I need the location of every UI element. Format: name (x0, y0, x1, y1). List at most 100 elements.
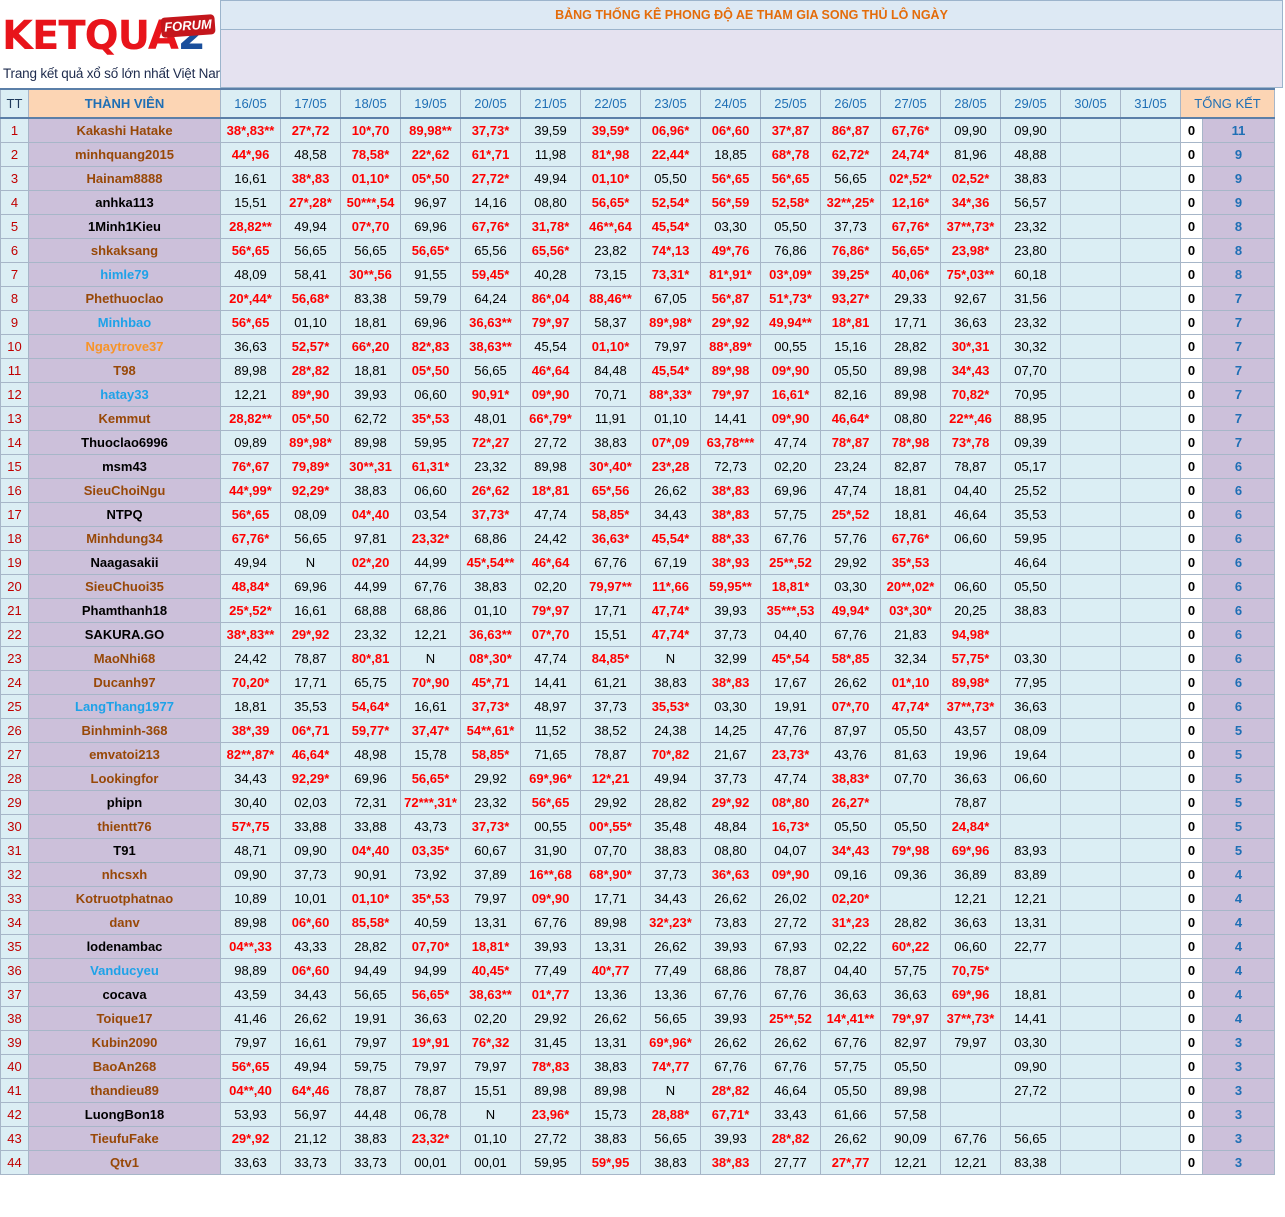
member-name[interactable]: TieufuFake (28, 1125, 221, 1151)
member-name[interactable]: BaoAn268 (28, 1053, 221, 1079)
day-cell: 02,20 (760, 453, 821, 479)
member-name[interactable]: Binhminh-368 (28, 717, 221, 743)
day-cell: 56*,65 (220, 237, 281, 263)
day-cell: 82,97 (880, 1029, 941, 1055)
day-cell: 36,63 (400, 1005, 461, 1031)
member-name[interactable]: T91 (28, 837, 221, 863)
member-name[interactable]: Ducanh97 (28, 669, 221, 695)
day-cell: 19,64 (1000, 741, 1061, 767)
member-name[interactable]: Phamthanh18 (28, 597, 221, 623)
member-name[interactable]: SAKURA.GO (28, 621, 221, 647)
member-name[interactable]: anhka113 (28, 189, 221, 215)
day-cell: 48,84 (700, 813, 761, 839)
member-name[interactable]: Lookingfor (28, 765, 221, 791)
day-cell (1120, 717, 1181, 743)
member-name[interactable]: SieuChoiNgu (28, 477, 221, 503)
member-name[interactable]: Naagasakii (28, 549, 221, 575)
day-cell: 39,59* (580, 117, 641, 143)
member-name[interactable]: himle79 (28, 261, 221, 287)
member-name[interactable]: Thuoclao6996 (28, 429, 221, 455)
day-cell: 67,76 (820, 621, 881, 647)
day-cell: 24,84* (940, 813, 1001, 839)
site-logo[interactable]: KETQUA2 FORUM Trang kết quả xổ số lớn nh… (0, 0, 220, 88)
member-name[interactable]: phipn (28, 789, 221, 815)
day-cell: 34*,36 (940, 189, 1001, 215)
day-cell: 65,75 (340, 669, 401, 695)
day-cell: 56*,65 (520, 789, 581, 815)
header-date: 17/05 (280, 88, 341, 119)
member-name[interactable]: cocava (28, 981, 221, 1007)
day-cell: 05,50 (820, 1077, 881, 1103)
day-cell: 38,63** (460, 981, 521, 1007)
day-cell (1060, 885, 1121, 911)
day-cell: 78,87 (940, 453, 1001, 479)
day-cell: 50***,54 (340, 189, 401, 215)
member-name[interactable]: Hainam8888 (28, 165, 221, 191)
table-row: 34 danv 89,98 06*,60 85,58* 40,59 13,31 67,76 89… (0, 909, 1276, 935)
day-cell (1060, 957, 1121, 983)
member-name[interactable]: MaoNhi68 (28, 645, 221, 671)
member-name[interactable]: T98 (28, 357, 221, 383)
member-name[interactable]: Qtv1 (28, 1149, 221, 1175)
table-row: 9 Minhbao 56*,65 01,10 18,81 69,96 36,63** 79*,… (0, 309, 1276, 335)
day-cell: 36,63 (820, 981, 881, 1007)
table-row: 28 Lookingfor 34,43 92,29* 69,96 56,65* 29,92 6… (0, 765, 1276, 791)
member-name[interactable]: Toique17 (28, 1005, 221, 1031)
member-name[interactable]: nhcsxh (28, 861, 221, 887)
member-name[interactable]: SieuChuoi35 (28, 573, 221, 599)
day-cell: 61,66 (820, 1101, 881, 1127)
day-cell: 13,31 (1000, 909, 1061, 935)
member-name[interactable]: Kubin2090 (28, 1029, 221, 1055)
member-name[interactable]: Kakashi Hatake (28, 117, 221, 143)
member-name[interactable]: Minhbao (28, 309, 221, 335)
member-name[interactable]: LuongBon18 (28, 1101, 221, 1127)
member-name[interactable]: thandieu89 (28, 1077, 221, 1103)
header-date: 19/05 (400, 88, 461, 119)
member-name[interactable]: Vanducyeu (28, 957, 221, 983)
day-cell: 06,96* (640, 117, 701, 143)
zero-count: 0 (1180, 501, 1203, 527)
member-name[interactable]: hatay33 (28, 381, 221, 407)
member-name[interactable]: Kemmut (28, 405, 221, 431)
day-cell: 69*,96 (940, 837, 1001, 863)
day-cell: 31,90 (520, 837, 581, 863)
row-number: 37 (0, 981, 29, 1007)
member-name[interactable]: LangThang1977 (28, 693, 221, 719)
day-cell: 22*,62 (400, 141, 461, 167)
day-cell: 08*,80 (760, 789, 821, 815)
member-name[interactable]: emvatoi213 (28, 741, 221, 767)
member-name[interactable]: thientt76 (28, 813, 221, 839)
row-number: 16 (0, 477, 29, 503)
day-cell: 07*,70 (820, 693, 881, 719)
day-cell: 07,70 (1000, 357, 1061, 383)
day-cell (1120, 741, 1181, 767)
member-name[interactable]: Phethuoclao (28, 285, 221, 311)
total-score: 5 (1201, 837, 1276, 863)
day-cell: 76*,32 (460, 1029, 521, 1055)
day-cell: 78*,98 (880, 429, 941, 455)
day-cell: 44,48 (340, 1101, 401, 1127)
day-cell: 49,94 (640, 765, 701, 791)
member-name[interactable]: minhquang2015 (28, 141, 221, 167)
row-number: 2 (0, 141, 29, 167)
member-name[interactable]: 1Minh1Kieu (28, 213, 221, 239)
day-cell: 09,89 (220, 429, 281, 455)
day-cell: 27*,28* (280, 189, 341, 215)
member-name[interactable]: Kotruotphatnao (28, 885, 221, 911)
member-name[interactable]: lodenambac (28, 933, 221, 959)
member-name[interactable]: Minhdung34 (28, 525, 221, 551)
total-score: 6 (1201, 597, 1276, 623)
day-cell: 09,90 (940, 117, 1001, 143)
zero-count: 0 (1180, 237, 1203, 263)
member-name[interactable]: danv (28, 909, 221, 935)
day-cell: 35*,53 (400, 405, 461, 431)
day-cell: 89,98 (520, 1077, 581, 1103)
day-cell: 86*,87 (820, 117, 881, 143)
member-name[interactable]: NTPQ (28, 501, 221, 527)
day-cell: 56,65 (340, 237, 401, 263)
zero-count: 0 (1180, 477, 1203, 503)
member-name[interactable]: shkaksang (28, 237, 221, 263)
day-cell: 67,76 (940, 1125, 1001, 1151)
member-name[interactable]: msm43 (28, 453, 221, 479)
member-name[interactable]: Ngaytrove37 (28, 333, 221, 359)
